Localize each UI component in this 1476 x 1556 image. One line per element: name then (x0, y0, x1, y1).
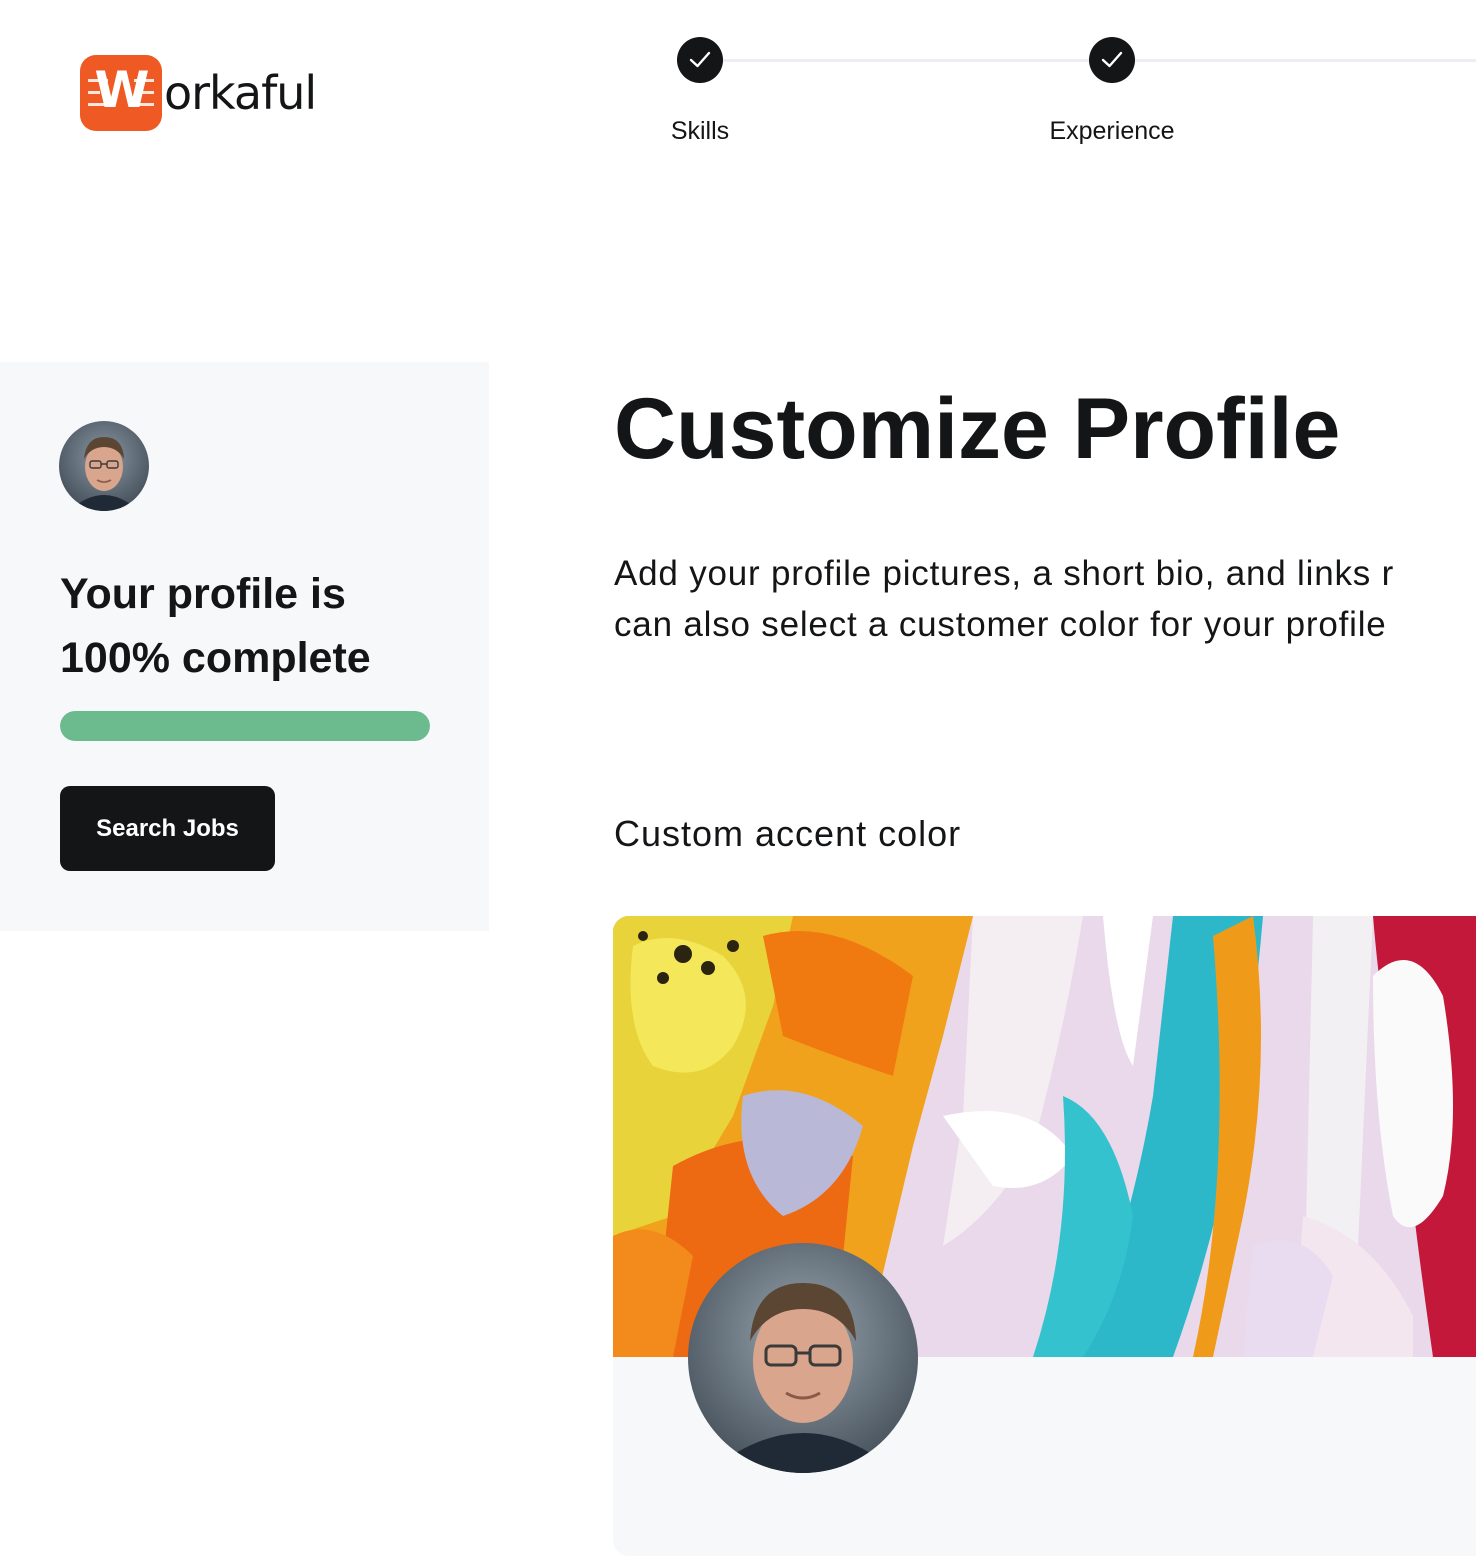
completion-progress-fill (60, 711, 430, 741)
check-icon (1089, 37, 1135, 83)
logo-wordmark: orkaful (164, 66, 317, 120)
logo-badge-letter: W (94, 61, 149, 119)
search-jobs-button[interactable]: Search Jobs (60, 786, 275, 871)
step-skills[interactable]: Skills (600, 37, 800, 146)
page-title: Customize Profile (614, 381, 1341, 477)
step-label: Skills (670, 117, 730, 145)
completion-progress-bar (60, 711, 430, 741)
description-line: Add your profile pictures, a short bio, … (614, 554, 1395, 593)
description-line: can also select a customer color for you… (614, 605, 1387, 644)
page-description: Add your profile pictures, a short bio, … (614, 548, 1476, 658)
step-label: Experience (1049, 117, 1175, 145)
step-experience[interactable]: Experience (1012, 37, 1212, 146)
check-icon (677, 37, 723, 83)
user-avatar (59, 421, 149, 511)
workaful-logo[interactable]: W orkaful (80, 55, 317, 131)
profile-completion-panel: Your profile is 100% complete Search Job… (0, 362, 489, 931)
profile-avatar[interactable] (688, 1243, 918, 1473)
completion-text: Your profile is 100% complete (60, 570, 371, 682)
accent-color-label: Custom accent color (614, 813, 962, 854)
logo-badge-icon: W (80, 55, 162, 131)
